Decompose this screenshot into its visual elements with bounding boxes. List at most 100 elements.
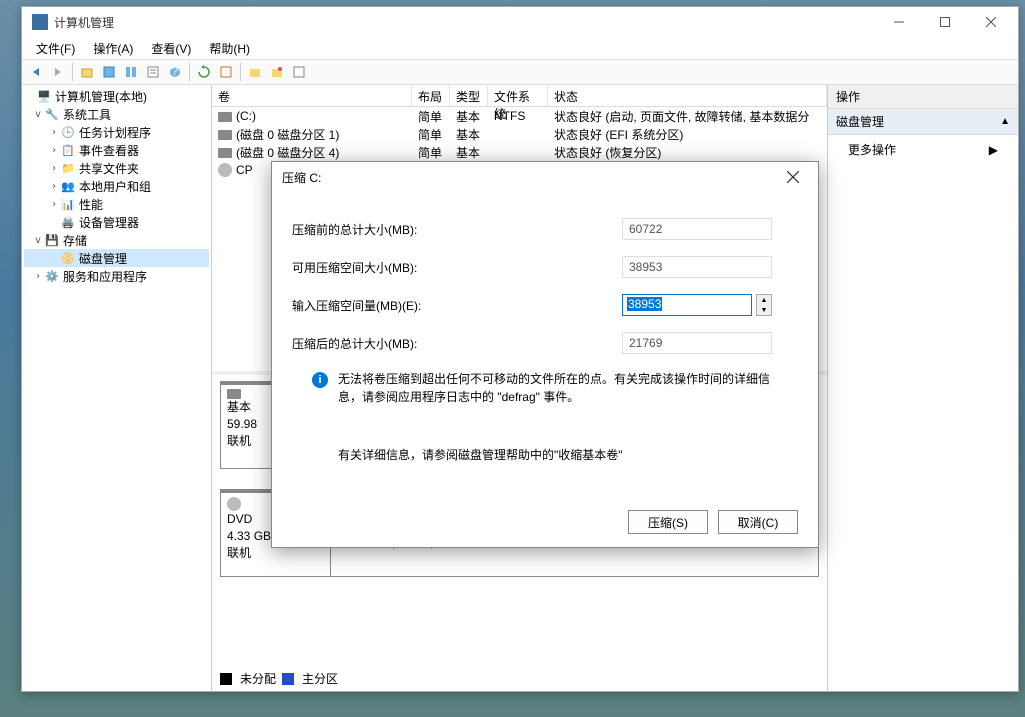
cell: CP: [236, 163, 253, 177]
tree-root-label: 计算机管理(本地): [55, 88, 147, 105]
tree-disk-management[interactable]: 📀磁盘管理: [24, 249, 209, 267]
properties-button[interactable]: [143, 62, 163, 82]
input-amount-spinner: 38953 ▲ ▼: [622, 294, 772, 316]
tree-label: 本地用户和组: [79, 178, 151, 195]
maximize-button[interactable]: [922, 7, 968, 37]
tree-label: 事件查看器: [79, 142, 139, 159]
cell: 状态良好 (启动, 页面文件, 故障转储, 基本数据分: [548, 107, 827, 126]
cell: [488, 133, 548, 135]
dialog-close-button[interactable]: [778, 162, 808, 192]
svg-text:?: ?: [172, 65, 179, 78]
cell: NTFS: [488, 108, 548, 124]
tree-services-apps[interactable]: ›⚙️服务和应用程序: [24, 267, 209, 285]
toolbar-icon-5[interactable]: [267, 62, 287, 82]
cell: (C:): [236, 109, 256, 123]
cell: 简单: [412, 125, 450, 144]
cell: 基本: [450, 143, 488, 162]
total-before-value: 60722: [622, 218, 772, 240]
tree-label: 性能: [79, 196, 103, 213]
toolbar-icon-4[interactable]: [245, 62, 265, 82]
tree-label: 系统工具: [63, 106, 111, 123]
volume-icon: [218, 112, 232, 122]
actions-panel: 操作 磁盘管理 ▲ 更多操作 ▶: [828, 85, 1018, 691]
tree-panel: 🖥️计算机管理(本地) v🔧系统工具 ›🕒任务计划程序 ›📋事件查看器 ›📁共享…: [22, 85, 212, 691]
forward-button[interactable]: [48, 62, 68, 82]
col-fs[interactable]: 文件系统: [488, 85, 548, 106]
cell: (磁盘 0 磁盘分区 4): [236, 146, 339, 160]
info-text-1: 无法将卷压缩到超出任何不可移动的文件所在的点。有关完成该操作时间的详细信息，请参…: [338, 370, 778, 406]
col-volume[interactable]: 卷: [212, 85, 412, 106]
menubar: 文件(F) 操作(A) 查看(V) 帮助(H): [22, 37, 1018, 59]
tree-label: 设备管理器: [79, 214, 139, 231]
cell: 状态良好 (EFI 系统分区): [548, 125, 827, 144]
total-after-label: 压缩后的总计大小(MB):: [292, 335, 622, 352]
tree-device-manager[interactable]: 🖨️设备管理器: [24, 213, 209, 231]
tree-event-viewer[interactable]: ›📋事件查看器: [24, 141, 209, 159]
actions-more[interactable]: 更多操作 ▶: [828, 135, 1018, 164]
up-button[interactable]: [77, 62, 97, 82]
close-button[interactable]: [968, 7, 1014, 37]
input-amount-label: 输入压缩空间量(MB)(E):: [292, 297, 622, 314]
total-before-label: 压缩前的总计大小(MB):: [292, 221, 622, 238]
input-amount-field[interactable]: [622, 294, 752, 316]
toolbar-icon-6[interactable]: [289, 62, 309, 82]
cell: 基本: [450, 125, 488, 144]
list-row[interactable]: (磁盘 0 磁盘分区 4)简单基本状态良好 (恢复分区): [212, 143, 827, 161]
tree-label: 任务计划程序: [79, 124, 151, 141]
tree-performance[interactable]: ›📊性能: [24, 195, 209, 213]
available-value: 38953: [622, 256, 772, 278]
tree-local-users[interactable]: ›👥本地用户和组: [24, 177, 209, 195]
list-row[interactable]: (磁盘 0 磁盘分区 1)简单基本状态良好 (EFI 系统分区): [212, 125, 827, 143]
cell: 基本: [450, 107, 488, 126]
dialog-buttons: 压缩(S) 取消(C): [272, 497, 818, 547]
menu-view[interactable]: 查看(V): [143, 38, 199, 59]
toolbar-icon-2[interactable]: [121, 62, 141, 82]
spinner-up-button[interactable]: ▲: [757, 295, 771, 305]
actions-section[interactable]: 磁盘管理 ▲: [828, 109, 1018, 135]
cancel-button[interactable]: 取消(C): [718, 510, 798, 534]
col-type[interactable]: 类型: [450, 85, 488, 106]
tree-label: 磁盘管理: [79, 250, 127, 267]
menu-file[interactable]: 文件(F): [28, 38, 83, 59]
col-layout[interactable]: 布局: [412, 85, 450, 106]
dialog-body: 压缩前的总计大小(MB): 60722 可用压缩空间大小(MB): 38953 …: [272, 192, 818, 497]
toolbar-icon-3[interactable]: [216, 62, 236, 82]
cell: [488, 151, 548, 153]
menu-action[interactable]: 操作(A): [85, 38, 141, 59]
dialog-title: 压缩 C:: [282, 169, 778, 186]
chevron-right-icon: ▶: [989, 143, 998, 157]
legend: 未分配 主分区: [220, 670, 338, 687]
tree-storage[interactable]: v💾存储: [24, 231, 209, 249]
shrink-button[interactable]: 压缩(S): [628, 510, 708, 534]
disk-icon: [227, 389, 241, 399]
toolbar-icon-1[interactable]: [99, 62, 119, 82]
tree-task-scheduler[interactable]: ›🕒任务计划程序: [24, 123, 209, 141]
tree-label: 服务和应用程序: [63, 268, 147, 285]
legend-label: 未分配: [240, 670, 276, 687]
refresh-button[interactable]: [194, 62, 214, 82]
shrink-dialog: 压缩 C: 压缩前的总计大小(MB): 60722 可用压缩空间大小(MB): …: [271, 161, 819, 548]
titlebar: 计算机管理: [22, 7, 1018, 37]
menu-help[interactable]: 帮助(H): [201, 38, 258, 59]
info-row-2: 有关详细信息，请参阅磁盘管理帮助中的"收缩基本卷": [312, 446, 778, 463]
help-button[interactable]: ?: [165, 62, 185, 82]
actions-section-label: 磁盘管理: [836, 113, 884, 130]
list-row[interactable]: (C:)简单基本NTFS状态良好 (启动, 页面文件, 故障转储, 基本数据分: [212, 107, 827, 125]
spinner-down-button[interactable]: ▼: [757, 305, 771, 315]
window-title: 计算机管理: [54, 14, 876, 31]
tree-label: 存储: [63, 232, 87, 249]
col-status[interactable]: 状态: [548, 85, 827, 106]
minimize-button[interactable]: [876, 7, 922, 37]
info-row-1: i 无法将卷压缩到超出任何不可移动的文件所在的点。有关完成该操作时间的详细信息，…: [312, 370, 778, 406]
info-icon: i: [312, 372, 328, 388]
back-button[interactable]: [26, 62, 46, 82]
tree-shared-folders[interactable]: ›📁共享文件夹: [24, 159, 209, 177]
tree-root[interactable]: 🖥️计算机管理(本地): [24, 87, 209, 105]
info-text-2: 有关详细信息，请参阅磁盘管理帮助中的"收缩基本卷": [338, 446, 623, 463]
volume-icon: [218, 130, 232, 140]
tree-label: 共享文件夹: [79, 160, 139, 177]
tree-system-tools[interactable]: v🔧系统工具: [24, 105, 209, 123]
cell: 状态良好 (恢复分区): [548, 143, 827, 162]
cd-icon: [218, 163, 232, 177]
dialog-titlebar: 压缩 C:: [272, 162, 818, 192]
